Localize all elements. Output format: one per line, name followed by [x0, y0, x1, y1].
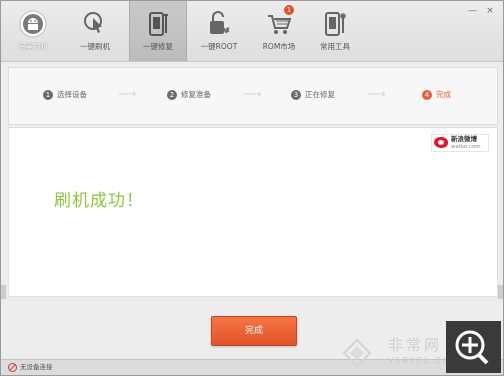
window-controls: — × [464, 6, 497, 17]
android-icon [19, 10, 47, 38]
step-2: 2 修复准备 [167, 89, 211, 101]
step-label: 修复准备 [181, 90, 211, 99]
weibo-label: 新浪微博 [451, 135, 477, 143]
cart-icon: 1 [265, 5, 294, 38]
tool-one-click-root[interactable]: 一键ROOT [191, 1, 247, 61]
result-panel: 新浪微博 weibo.com 刷机成功！ [8, 127, 498, 297]
tool-label: 常用工具 [320, 42, 350, 51]
step-3: 3 正在修复 [291, 89, 335, 101]
tool-perfect-flash[interactable]: 完美刷机 [5, 1, 61, 61]
step-number: 3 [291, 90, 301, 100]
watermark-logo-icon [342, 338, 372, 368]
step-number: 2 [167, 90, 177, 100]
weibo-share-button[interactable]: 新浪微博 weibo.com [431, 134, 489, 152]
tool-label: ROM市场 [262, 42, 296, 51]
plus-circle-icon [455, 330, 489, 365]
left-edge-handle [1, 285, 6, 299]
step-number: 4 [422, 90, 432, 100]
tools-icon [321, 10, 349, 38]
arrow-right-icon: ⟶ [118, 87, 137, 102]
tool-label: 一键刷机 [80, 42, 110, 51]
touch-icon [81, 10, 109, 38]
success-message: 刷机成功！ [54, 191, 144, 211]
notification-badge: 1 [284, 5, 294, 15]
unlock-icon [205, 10, 233, 38]
step-label: 正在修复 [305, 90, 335, 99]
right-edge-handle [498, 285, 503, 299]
step-number: 1 [43, 90, 53, 100]
app-window: 完美刷机 一键刷机 一键修复 一键ROOT 1 ROM市场 常用工具 — × 1… [0, 0, 504, 376]
weibo-url: weibo.com [451, 144, 481, 150]
status-text: 无设备连接 [20, 363, 53, 371]
top-toolbar: 完美刷机 一键刷机 一键修复 一键ROOT 1 ROM市场 常用工具 — × [1, 1, 503, 62]
tool-label: 一键ROOT [200, 42, 238, 51]
step-4: 4 完成 [422, 89, 451, 101]
arrow-right-icon: ⟶ [243, 87, 262, 102]
step-label: 完成 [436, 90, 451, 99]
phone-repair-icon [144, 10, 172, 38]
progress-steps: 1 选择设备 ⟶ 2 修复准备 ⟶ 3 正在修复 ⟶ 4 完成 [8, 67, 498, 125]
close-button[interactable]: × [483, 6, 497, 17]
done-button[interactable]: 完成 [211, 316, 297, 346]
no-device-icon [8, 362, 17, 372]
watermark-text: 非常网 [388, 336, 443, 354]
arrow-right-icon: ⟶ [367, 87, 386, 102]
tool-label: 一键修复 [143, 42, 173, 51]
step-label: 选择设备 [57, 90, 87, 99]
tool-one-click-repair[interactable]: 一键修复 [129, 1, 187, 61]
tool-common-tools[interactable]: 常用工具 [307, 1, 363, 61]
tool-rom-market[interactable]: 1 ROM市场 [251, 1, 307, 61]
zoom-in-button[interactable] [446, 321, 501, 373]
tool-one-click-flash[interactable]: 一键刷机 [67, 1, 123, 61]
minimize-button[interactable]: — [465, 6, 479, 17]
weibo-icon [434, 137, 448, 148]
step-1: 1 选择设备 [43, 89, 87, 101]
tool-label: 完美刷机 [18, 42, 48, 51]
